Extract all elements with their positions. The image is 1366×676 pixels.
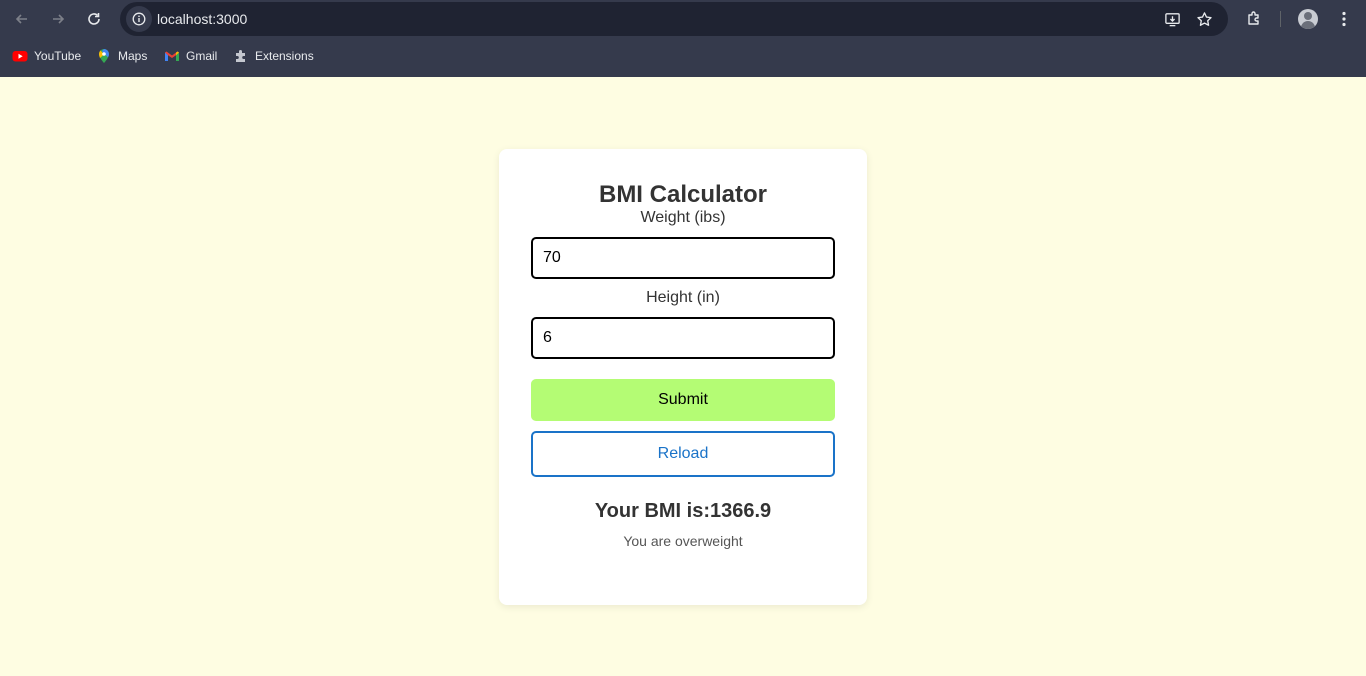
bookmark-label: YouTube (34, 49, 82, 63)
bookmark-youtube[interactable]: YouTube (12, 44, 81, 68)
puzzle-icon (236, 50, 245, 62)
bmi-card: BMI Calculator Weight (ibs) Height (in) … (499, 149, 867, 605)
browser-chrome: localhost:3000 YouTube Maps Gmail Extens… (0, 0, 1366, 77)
maps-icon (98, 49, 109, 63)
gmail-icon (165, 51, 179, 61)
arrow-right-icon (53, 14, 65, 24)
bookmark-label: Gmail (186, 49, 218, 63)
site-info-icon[interactable] (126, 6, 152, 32)
arrow-left-icon (15, 14, 27, 24)
bookmarks-bar: YouTube Maps Gmail Extensions (0, 44, 1366, 68)
reload-button[interactable]: Reload (531, 431, 835, 477)
weight-input[interactable] (531, 237, 835, 279)
bookmark-extensions[interactable]: Extensions (233, 44, 314, 68)
page-title: BMI Calculator (598, 181, 768, 208)
url-text: localhost:3000 (157, 11, 248, 27)
youtube-icon (12, 51, 28, 62)
menu-kebab-icon[interactable] (1333, 8, 1355, 30)
profile-avatar[interactable] (1298, 9, 1318, 29)
forward-button[interactable] (45, 6, 71, 32)
back-button[interactable] (9, 6, 35, 32)
bookmark-gmail[interactable]: Gmail (164, 44, 217, 68)
weight-label: Weight (ibs) (640, 209, 726, 226)
install-app-icon[interactable] (1162, 9, 1182, 29)
bookmark-label: Maps (118, 49, 148, 63)
toolbar-divider (1280, 11, 1281, 27)
address-bar[interactable]: localhost:3000 (120, 2, 1228, 36)
refresh-icon (88, 13, 100, 25)
browser-toolbar: localhost:3000 (0, 0, 1366, 38)
bookmark-label: Extensions (255, 49, 314, 63)
submit-button[interactable]: Submit (531, 379, 835, 421)
bmi-status: You are overweight (623, 533, 743, 549)
reload-page-button[interactable] (81, 6, 107, 32)
height-label: Height (in) (646, 289, 720, 306)
extensions-icon[interactable] (1243, 8, 1265, 30)
height-input[interactable] (531, 317, 835, 359)
bookmark-maps[interactable]: Maps (96, 44, 147, 68)
bmi-result: Your BMI is:1366.9 (594, 500, 772, 522)
bookmark-star-icon[interactable] (1194, 9, 1214, 29)
